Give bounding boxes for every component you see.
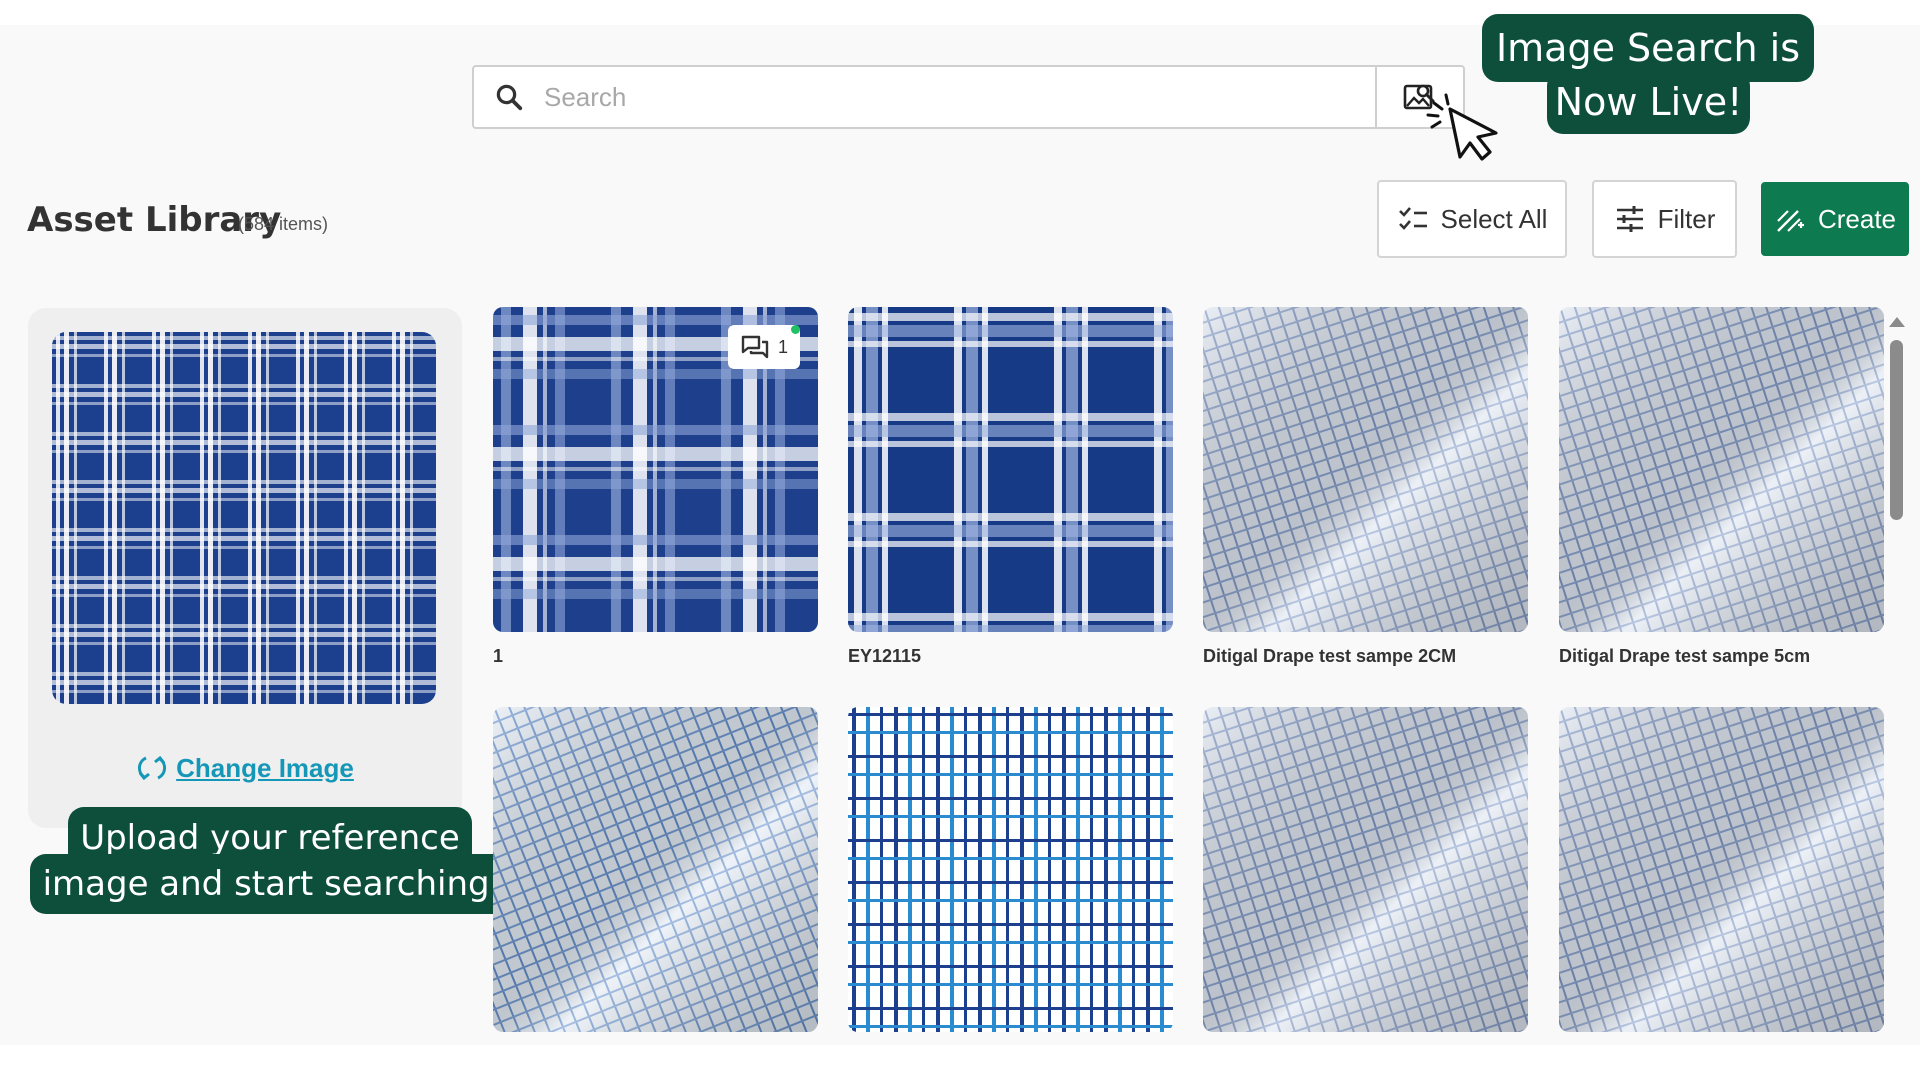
asset-name: EY12115	[848, 646, 922, 666]
item-count: (584 items)	[238, 214, 329, 234]
asset-thumbnail	[848, 307, 1173, 632]
reference-image-panel: Change Image	[28, 308, 462, 828]
asset-name: Ditigal Drape test sampe 2CM	[1203, 646, 1457, 666]
asset-thumbnail	[1203, 307, 1528, 632]
asset-thumbnail	[1559, 707, 1884, 1032]
magic-wand-icon	[1777, 210, 1804, 232]
create-label: Create	[1817, 203, 1897, 234]
search-icon	[496, 84, 523, 111]
asset-tile[interactable]	[1559, 707, 1884, 1032]
asset-tile[interactable]: 1	[493, 307, 818, 632]
asset-tile[interactable]	[848, 707, 1173, 1032]
change-image-link[interactable]: Change Image	[28, 752, 462, 784]
upload-callout-line1: Upload your reference	[80, 818, 460, 858]
change-image-label: Change Image	[176, 752, 354, 783]
asset-tile[interactable]	[848, 307, 1173, 632]
asset-thumbnail	[1559, 307, 1884, 632]
create-button[interactable]: Create	[1761, 182, 1909, 256]
comments-icon	[741, 335, 769, 359]
image-search-callout-line2: Now Live!	[1547, 70, 1750, 134]
search-input[interactable]	[524, 67, 1375, 127]
upload-callout-line2: image and start searching.	[42, 864, 501, 904]
asset-tile[interactable]	[493, 707, 818, 1032]
cursor-pointer-icon	[1426, 93, 1498, 161]
asset-thumbnail	[848, 707, 1173, 1032]
filter-button[interactable]: Filter	[1592, 180, 1737, 258]
checklist-icon	[1398, 207, 1427, 230]
scrollbar-thumb[interactable]	[1890, 340, 1903, 520]
callout-text-line1: Image Search is	[1495, 26, 1801, 70]
unread-dot	[791, 325, 800, 334]
asset-name: Ditigal Drape test sampe 5cm	[1559, 646, 1811, 666]
asset-name: 1	[493, 646, 504, 666]
asset-thumbnail	[493, 707, 818, 1032]
refresh-icon	[138, 755, 167, 781]
sliders-icon	[1616, 206, 1643, 232]
asset-tile[interactable]	[1203, 707, 1528, 1032]
scroll-up-arrow-icon[interactable]	[1889, 317, 1905, 327]
search-bar	[472, 65, 1465, 129]
comment-badge[interactable]: 1	[728, 325, 800, 369]
asset-tile[interactable]	[1559, 307, 1884, 632]
filter-label: Filter	[1657, 203, 1716, 234]
callout-text-line2: Now Live!	[1554, 80, 1743, 124]
upload-callout-line2-box: image and start searching.	[30, 854, 513, 914]
select-all-button[interactable]: Select All	[1377, 180, 1567, 258]
comment-count: 1	[777, 336, 788, 357]
reference-image	[52, 332, 436, 704]
asset-tile[interactable]	[1203, 307, 1528, 632]
select-all-label: Select All	[1440, 203, 1548, 234]
asset-thumbnail	[1203, 707, 1528, 1032]
